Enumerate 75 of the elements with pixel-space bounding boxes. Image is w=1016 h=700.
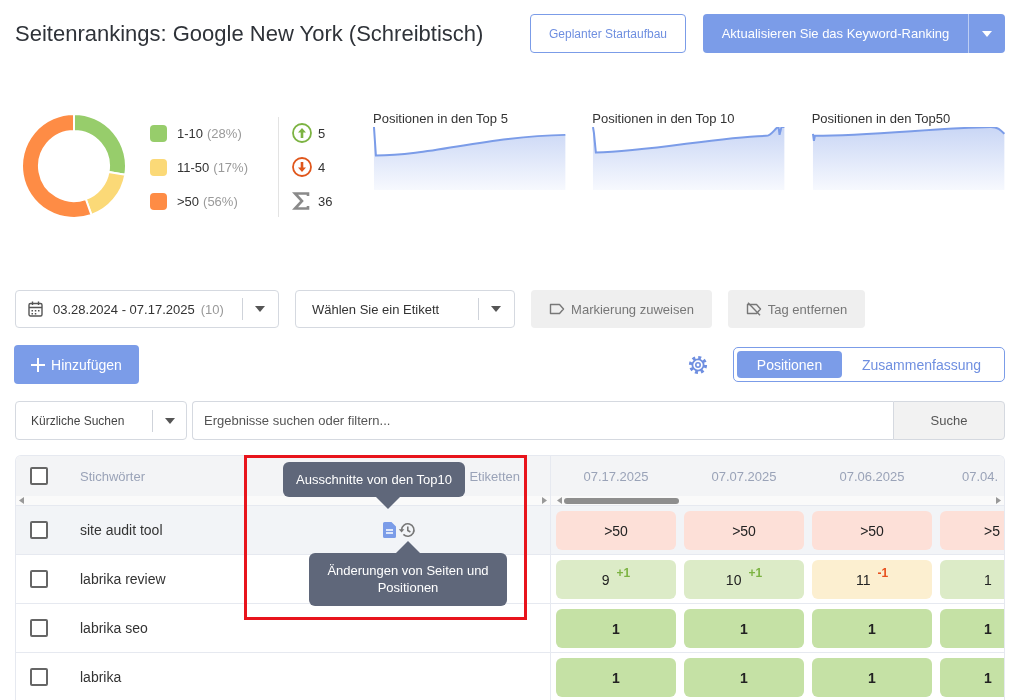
position-value: 1 <box>740 620 748 637</box>
search-button[interactable]: Suche <box>893 401 1005 440</box>
keyword-cell-text: labrika review <box>80 571 167 587</box>
settings-icon[interactable] <box>688 354 708 375</box>
tag-off-icon <box>745 302 762 316</box>
legend-label: 11-50 <box>177 159 210 175</box>
chart-title: Positionen in den Top 10 <box>592 111 736 127</box>
sigma-icon <box>292 192 312 210</box>
tooltip: Änderungen von Seiten und Positionen <box>309 541 507 606</box>
position-value: >50 <box>732 522 756 539</box>
scroll-right-icon[interactable] <box>996 497 1001 504</box>
position-value: 1 <box>984 571 992 588</box>
position-value: >50 <box>860 522 884 539</box>
tooltip: Ausschnitte von den Top10 <box>283 462 465 509</box>
position-value: >50 <box>604 522 628 539</box>
position-value: 1 <box>984 620 992 637</box>
checkbox[interactable] <box>30 619 48 637</box>
date-header: 07.06.2025 <box>838 468 906 484</box>
legend-label: 1-10 <box>177 125 204 141</box>
recent-searches-select[interactable]: Kürzliche Suchen <box>15 401 187 440</box>
tag-icon <box>549 302 566 316</box>
position-change: +1 <box>616 565 631 580</box>
table-row[interactable]: site audit tool <box>16 506 550 555</box>
arrow-down-circle-icon <box>292 157 312 177</box>
legend-share: (56%) <box>203 193 238 209</box>
position-value: 11 <box>855 571 871 588</box>
position-value: 1 <box>612 620 620 637</box>
scroll-left-icon[interactable] <box>19 497 24 504</box>
checkbox[interactable] <box>30 521 48 539</box>
position-value: >5 <box>984 522 1000 539</box>
position-value: 10 <box>725 571 742 588</box>
column-header: Stichwörter <box>80 468 147 484</box>
search-field[interactable]: Ergebnisse suchen oder filtern... <box>192 401 893 440</box>
keyword-cell-text: labrika <box>80 669 123 685</box>
checkbox[interactable] <box>30 467 48 485</box>
stat-value: 5 <box>318 125 326 141</box>
legend-share: (17%) <box>213 159 248 175</box>
legend-label: >50 <box>177 193 200 209</box>
scroll-right-icon[interactable] <box>542 497 547 504</box>
calendar-icon <box>28 301 43 317</box>
caret-icon <box>255 306 265 312</box>
position-value: 9 <box>601 571 610 588</box>
dropdown-button[interactable] <box>968 14 1005 53</box>
document-icon[interactable] <box>382 522 396 538</box>
scroll-left-icon[interactable] <box>557 497 562 504</box>
date-header: 07.07.2025 <box>710 468 778 484</box>
date-header: 07.17.2025 <box>582 468 650 484</box>
plus-icon <box>31 357 46 372</box>
position-value: 1 <box>740 669 748 686</box>
position-value: 1 <box>868 620 876 637</box>
caret-icon <box>491 306 501 312</box>
date-header: 07.04. <box>961 468 1000 484</box>
arrow-up-circle-icon <box>292 123 312 143</box>
position-change: -1 <box>877 565 889 580</box>
scrollbar-thumb[interactable] <box>564 497 679 504</box>
caret-icon <box>982 30 992 37</box>
page-title: Seitenrankings: Google New York (Schreibtisch) <box>15 20 485 47</box>
position-value: 1 <box>984 669 992 686</box>
chart-title: Positionen in den Top50 <box>811 111 952 127</box>
legend-share: (28%) <box>207 125 242 141</box>
checkbox[interactable] <box>30 570 48 588</box>
position-value: 1 <box>868 669 876 686</box>
position-change: +1 <box>748 565 763 580</box>
caret-icon <box>165 417 175 424</box>
checkbox[interactable] <box>30 668 48 686</box>
keyword-cell-text: labrika seo <box>80 620 149 636</box>
label-select[interactable]: Wählen Sie ein Etikett <box>295 290 515 328</box>
column-header: Etiketten <box>469 468 520 484</box>
stat-value: 36 <box>318 193 333 209</box>
keyword-cell-text: site audit tool <box>80 522 164 538</box>
stat-value: 4 <box>318 159 326 175</box>
history-icon[interactable] <box>397 521 416 539</box>
position-value: 1 <box>612 669 620 686</box>
date-range-select[interactable]: 03.28.2024 - 07.17.2025 (10) <box>15 290 279 328</box>
chart-title: Positionen in den Top 5 <box>373 111 509 127</box>
